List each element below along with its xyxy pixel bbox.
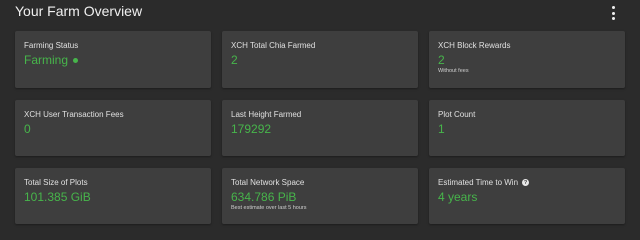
card-value: 101.385 GiB bbox=[24, 190, 91, 204]
more-vertical-icon[interactable] bbox=[610, 6, 616, 20]
user-transaction-fees-card: XCH User Transaction Fees 0 bbox=[15, 100, 211, 156]
card-label: Last Height Farmed bbox=[231, 110, 302, 119]
card-label: XCH User Transaction Fees bbox=[24, 110, 124, 119]
card-note: Without fees bbox=[438, 68, 469, 74]
page-title: Your Farm Overview bbox=[15, 3, 143, 19]
card-label: Total Size of Plots bbox=[24, 178, 88, 187]
card-label: XCH Total Chia Farmed bbox=[231, 41, 316, 50]
card-value: 2 bbox=[438, 53, 445, 67]
card-label: Farming Status bbox=[24, 41, 79, 50]
block-rewards-card: XCH Block Rewards 2 Without fees bbox=[429, 31, 625, 88]
total-network-space-card: Total Network Space 634.786 PiB Best est… bbox=[222, 168, 418, 224]
total-chia-farmed-card: XCH Total Chia Farmed 2 bbox=[222, 31, 418, 88]
farming-status-value: Farming bbox=[24, 53, 79, 67]
farming-status-card: Farming Status Farming bbox=[15, 31, 211, 88]
card-value: Farming bbox=[24, 53, 69, 67]
card-value: 634.786 PiB bbox=[231, 190, 297, 204]
card-value: 4 years bbox=[438, 190, 478, 204]
card-value: 2 bbox=[231, 53, 238, 67]
card-value: 1 bbox=[438, 122, 445, 136]
card-label: Plot Count bbox=[438, 110, 476, 119]
status-dot-icon bbox=[73, 57, 79, 63]
total-size-of-plots-card: Total Size of Plots 101.385 GiB bbox=[15, 168, 211, 224]
card-value: 0 bbox=[24, 122, 31, 136]
plot-count-card: Plot Count 1 bbox=[429, 100, 625, 156]
estimated-time-to-win-card: Estimated Time to Win ? 4 years bbox=[429, 168, 625, 224]
card-note: Best estimate over last 5 hours bbox=[231, 205, 307, 211]
last-height-farmed-card: Last Height Farmed 179292 bbox=[222, 100, 418, 156]
card-label: Total Network Space bbox=[231, 178, 305, 187]
card-label: Estimated Time to Win bbox=[438, 178, 519, 187]
card-label: XCH Block Rewards bbox=[438, 41, 511, 50]
help-icon[interactable]: ? bbox=[522, 179, 530, 186]
estimated-time-label-row: Estimated Time to Win ? bbox=[438, 178, 530, 187]
card-value: 179292 bbox=[231, 122, 272, 136]
page-header: Your Farm Overview bbox=[0, 0, 640, 26]
farm-overview-grid: Farming Status Farming XCH Total Chia Fa… bbox=[15, 31, 625, 224]
